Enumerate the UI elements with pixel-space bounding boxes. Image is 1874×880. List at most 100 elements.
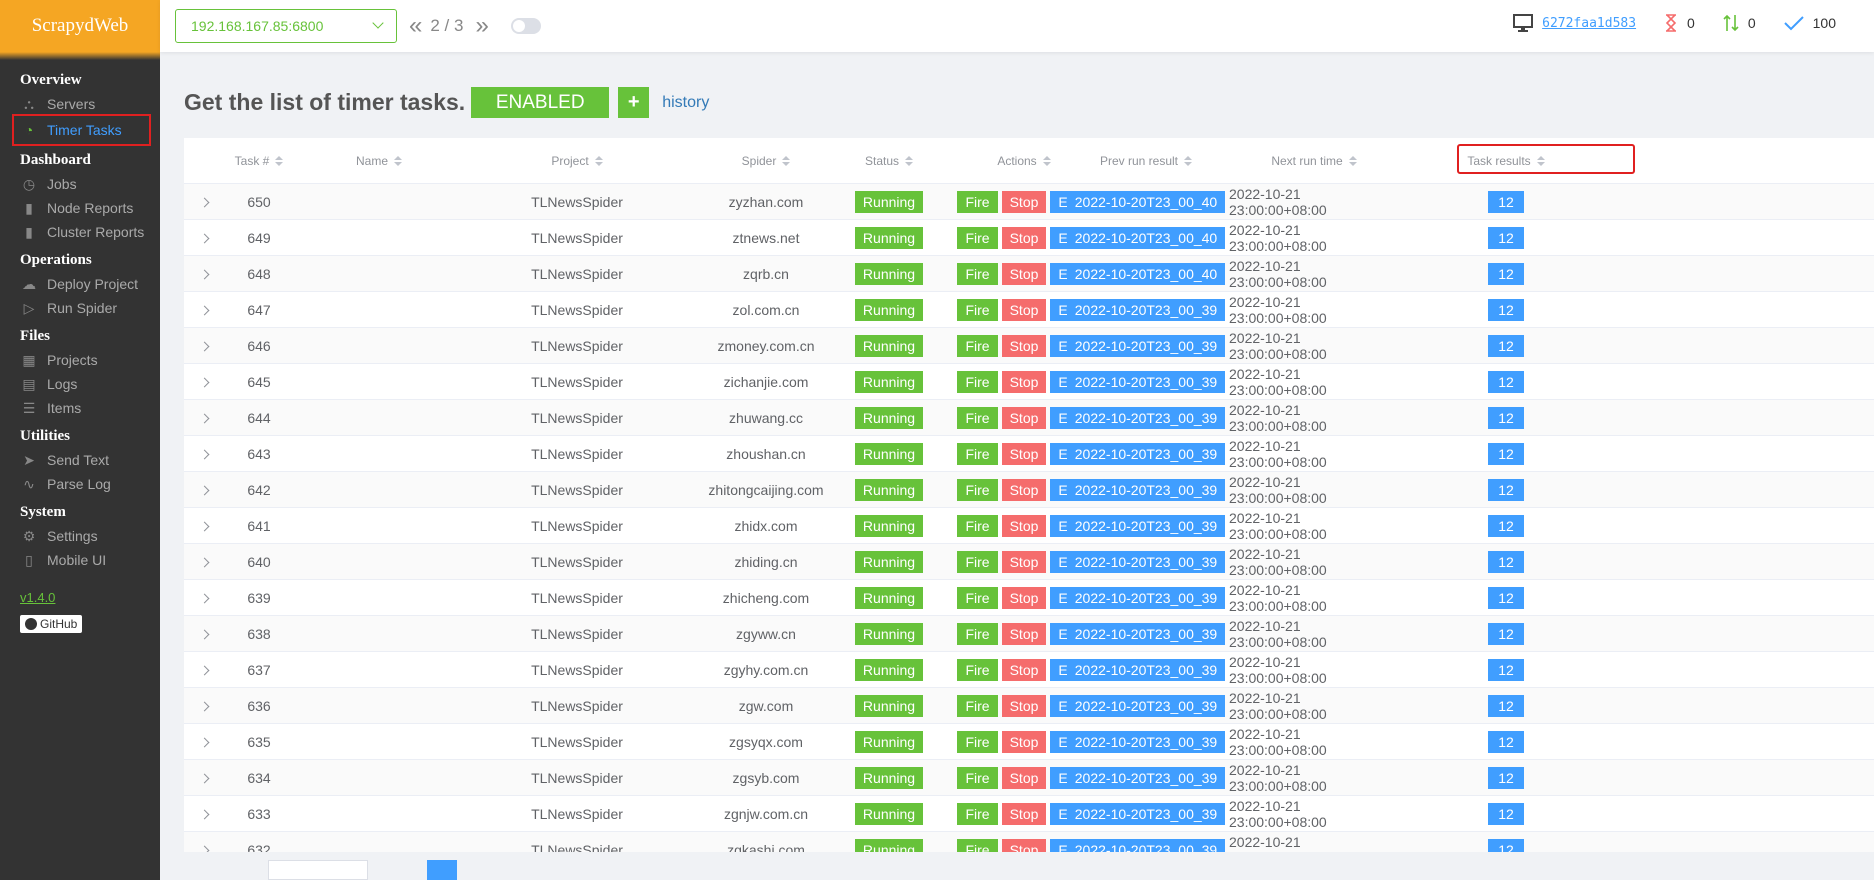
sort-icon[interactable] xyxy=(1536,156,1545,166)
fire-button[interactable]: Fire xyxy=(957,767,998,789)
stop-button[interactable]: Stop xyxy=(1001,371,1047,393)
fire-button[interactable]: Fire xyxy=(957,839,998,852)
fire-button[interactable]: Fire xyxy=(957,479,998,501)
stop-button[interactable]: Stop xyxy=(1001,407,1047,429)
prev-run-result-link[interactable]: 2022-10-20T23_00_40 xyxy=(1066,263,1226,285)
prev-run-result-link[interactable]: 2022-10-20T23_00_39 xyxy=(1066,335,1226,357)
stop-button[interactable]: Stop xyxy=(1001,191,1047,213)
prev-run-result-link[interactable]: 2022-10-20T23_00_39 xyxy=(1066,767,1226,789)
fire-button[interactable]: Fire xyxy=(957,623,998,645)
task-results-link[interactable]: 12 xyxy=(1488,587,1524,609)
status-badge[interactable]: Running xyxy=(854,371,924,393)
fire-button[interactable]: Fire xyxy=(957,443,998,465)
sidebar-item-parse-log[interactable]: ∿ Parse Log xyxy=(0,472,160,496)
task-results-link[interactable]: 12 xyxy=(1488,623,1524,645)
prev-run-result-link[interactable]: 2022-10-20T23_00_39 xyxy=(1066,551,1226,573)
status-badge[interactable]: Running xyxy=(854,623,924,645)
sort-icon[interactable] xyxy=(275,156,284,166)
sort-icon[interactable] xyxy=(594,156,603,166)
task-results-link[interactable]: 12 xyxy=(1488,659,1524,681)
task-results-link[interactable]: 12 xyxy=(1488,263,1524,285)
fire-button[interactable]: Fire xyxy=(957,551,998,573)
task-results-link[interactable]: 12 xyxy=(1488,443,1524,465)
status-badge[interactable]: Running xyxy=(854,263,924,285)
sidebar-item-servers[interactable]: ⛬ Servers xyxy=(0,92,160,116)
stop-button[interactable]: Stop xyxy=(1001,695,1047,717)
status-badge[interactable]: Running xyxy=(854,695,924,717)
fire-button[interactable]: Fire xyxy=(957,299,998,321)
stop-button[interactable]: Stop xyxy=(1001,443,1047,465)
task-results-link[interactable]: 12 xyxy=(1488,551,1524,573)
prev-run-result-link[interactable]: 2022-10-20T23_00_39 xyxy=(1066,299,1226,321)
fire-button[interactable]: Fire xyxy=(957,803,998,825)
sidebar-item-deploy-project[interactable]: ☁ Deploy Project xyxy=(0,272,160,296)
history-link[interactable]: history xyxy=(662,94,709,112)
status-badge[interactable]: Running xyxy=(854,731,924,753)
task-results-link[interactable]: 12 xyxy=(1488,695,1524,717)
status-badge[interactable]: Running xyxy=(854,767,924,789)
fire-button[interactable]: Fire xyxy=(957,407,998,429)
stop-button[interactable]: Stop xyxy=(1001,263,1047,285)
status-badge[interactable]: Running xyxy=(854,839,924,852)
sidebar-item-mobile-ui[interactable]: ▯ Mobile UI xyxy=(0,548,160,572)
sidebar-item-projects[interactable]: ▦ Projects xyxy=(0,348,160,372)
sort-icon[interactable] xyxy=(1184,156,1193,166)
sort-icon[interactable] xyxy=(905,156,914,166)
status-badge[interactable]: Running xyxy=(854,551,924,573)
status-badge[interactable]: Running xyxy=(854,659,924,681)
github-button[interactable]: GitHub xyxy=(20,615,83,633)
prev-run-result-link[interactable]: 2022-10-20T23_00_39 xyxy=(1066,479,1226,501)
node-select[interactable]: 192.168.167.85:6800 xyxy=(175,9,397,43)
stop-button[interactable]: Stop xyxy=(1001,587,1047,609)
status-badge[interactable]: Running xyxy=(854,191,924,213)
sidebar-item-settings[interactable]: ⚙ Settings xyxy=(0,524,160,548)
status-badge[interactable]: Running xyxy=(854,479,924,501)
host-link[interactable]: 6272faa1d583 xyxy=(1542,16,1636,31)
sidebar-item-logs[interactable]: ▤ Logs xyxy=(0,372,160,396)
column-header-project[interactable]: Project xyxy=(497,138,657,184)
task-results-link[interactable]: 12 xyxy=(1488,227,1524,249)
stop-button[interactable]: Stop xyxy=(1001,551,1047,573)
status-badge[interactable]: Running xyxy=(854,587,924,609)
prev-run-result-link[interactable]: 2022-10-20T23_00_40 xyxy=(1066,191,1226,213)
task-results-link[interactable]: 12 xyxy=(1488,407,1524,429)
prev-run-result-link[interactable]: 2022-10-20T23_00_39 xyxy=(1066,731,1226,753)
task-results-link[interactable]: 12 xyxy=(1488,515,1524,537)
status-badge[interactable]: Running xyxy=(854,803,924,825)
task-results-link[interactable]: 12 xyxy=(1488,479,1524,501)
sort-icon[interactable] xyxy=(1348,156,1357,166)
stop-button[interactable]: Stop xyxy=(1001,659,1047,681)
stop-button[interactable]: Stop xyxy=(1001,335,1047,357)
stop-button[interactable]: Stop xyxy=(1001,515,1047,537)
stop-button[interactable]: Stop xyxy=(1001,803,1047,825)
stop-button[interactable]: Stop xyxy=(1001,767,1047,789)
column-header-prev-run-result[interactable]: Prev run result xyxy=(1066,138,1226,184)
fire-button[interactable]: Fire xyxy=(957,515,998,537)
fire-button[interactable]: Fire xyxy=(957,263,998,285)
stop-button[interactable]: Stop xyxy=(1001,299,1047,321)
prev-run-result-link[interactable]: 2022-10-20T23_00_39 xyxy=(1066,839,1226,852)
prev-run-result-link[interactable]: 2022-10-20T23_00_39 xyxy=(1066,659,1226,681)
task-results-link[interactable]: 12 xyxy=(1488,731,1524,753)
fire-button[interactable]: Fire xyxy=(957,191,998,213)
sidebar-item-timer-tasks[interactable]: ◔ Timer Tasks xyxy=(12,114,151,146)
prev-run-result-link[interactable]: 2022-10-20T23_00_39 xyxy=(1066,371,1226,393)
prev-run-result-link[interactable]: 2022-10-20T23_00_39 xyxy=(1066,695,1226,717)
sidebar-item-run-spider[interactable]: ▷ Run Spider xyxy=(0,296,160,320)
task-results-link[interactable]: 12 xyxy=(1488,803,1524,825)
sidebar-item-send-text[interactable]: ➤ Send Text xyxy=(0,448,160,472)
stop-button[interactable]: Stop xyxy=(1001,479,1047,501)
auto-refresh-toggle[interactable] xyxy=(510,18,541,34)
fire-button[interactable]: Fire xyxy=(957,695,998,717)
task-results-link[interactable]: 12 xyxy=(1488,371,1524,393)
stop-button[interactable]: Stop xyxy=(1001,839,1047,852)
page-size-select[interactable] xyxy=(268,860,368,880)
column-header-name[interactable]: Name xyxy=(299,138,459,184)
prev-run-result-link[interactable]: 2022-10-20T23_00_39 xyxy=(1066,803,1226,825)
status-badge[interactable]: Running xyxy=(854,443,924,465)
prev-run-result-link[interactable]: 2022-10-20T23_00_40 xyxy=(1066,227,1226,249)
task-results-link[interactable]: 12 xyxy=(1488,335,1524,357)
stop-button[interactable]: Stop xyxy=(1001,731,1047,753)
status-badge[interactable]: Running xyxy=(854,515,924,537)
stop-button[interactable]: Stop xyxy=(1001,227,1047,249)
